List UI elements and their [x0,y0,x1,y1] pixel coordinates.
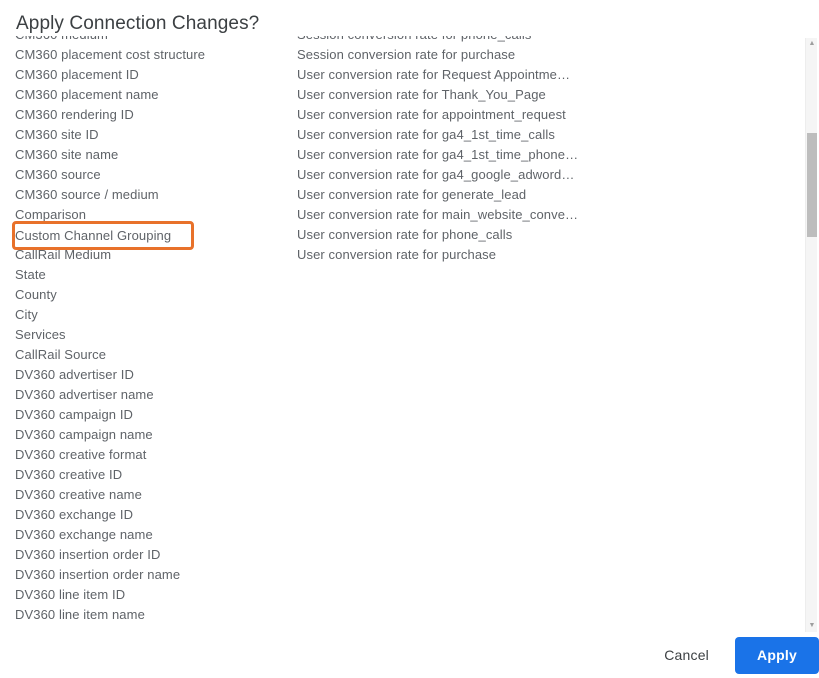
field-list-item[interactable]: User conversion rate for ga4_1st_time_ph… [297,145,582,165]
field-list-item[interactable]: DV360 campaign name [15,425,285,445]
field-list-item[interactable]: User conversion rate for purchase [297,245,582,265]
field-list-item[interactable]: DV360 creative name [15,485,285,505]
field-list-item[interactable]: DV360 advertiser name [15,385,285,405]
field-list-item[interactable]: DV360 advertiser ID [15,365,285,385]
field-list-scroll-area[interactable]: CM360 mediumCM360 placement cost structu… [0,36,819,632]
field-list-item[interactable]: DV360 campaign ID [15,405,285,425]
field-list-item[interactable]: User conversion rate for Request Appoint… [297,65,582,85]
field-list-right-column: Session conversion rate for phone_callsS… [297,36,582,265]
field-list-left-column: CM360 mediumCM360 placement cost structu… [12,36,285,625]
field-list-item[interactable]: DV360 line item name [15,605,285,625]
field-list-item[interactable]: User conversion rate for Thank_You_Page [297,85,582,105]
field-list-item[interactable]: Comparison [15,205,285,225]
field-list-item[interactable]: CM360 placement name [15,85,285,105]
field-list-item[interactable]: Session conversion rate for purchase [297,45,582,65]
field-list-item[interactable]: DV360 creative ID [15,465,285,485]
field-list-item[interactable]: User conversion rate for generate_lead [297,185,582,205]
apply-button[interactable]: Apply [735,636,819,674]
dialog-action-bar: Cancel Apply [648,635,819,675]
field-list-item[interactable]: DV360 exchange name [15,525,285,545]
field-list-item-selected[interactable]: Custom Channel Grouping [12,221,194,250]
vertical-scrollbar[interactable]: ▲ ▼ [805,38,817,632]
field-list-item[interactable]: CallRail Source [15,345,285,365]
field-list-item[interactable]: State [15,265,285,285]
field-list-item[interactable]: CM360 rendering ID [15,105,285,125]
apply-connection-changes-dialog: Apply Connection Changes? CM360 mediumCM… [0,0,819,678]
field-list-item[interactable]: CM360 medium [15,36,285,45]
field-list-item[interactable]: DV360 insertion order ID [15,545,285,565]
scroll-down-arrow-icon[interactable]: ▼ [806,620,818,632]
field-list-item[interactable]: City [15,305,285,325]
field-list-item[interactable]: CM360 source [15,165,285,185]
field-list-item[interactable]: CM360 site name [15,145,285,165]
field-list-item[interactable]: User conversion rate for main_website_co… [297,205,582,225]
field-list-item[interactable]: User conversion rate for ga4_google_adwo… [297,165,582,185]
field-list-item[interactable]: CM360 site ID [15,125,285,145]
dialog-title: Apply Connection Changes? [16,13,260,34]
field-list-item[interactable]: CallRail Medium [15,245,285,265]
field-list-item[interactable]: DV360 exchange ID [15,505,285,525]
field-list-item[interactable]: User conversion rate for appointment_req… [297,105,582,125]
field-list-item[interactable]: CM360 placement ID [15,65,285,85]
scroll-up-arrow-icon[interactable]: ▲ [806,38,818,50]
field-list-item[interactable]: DV360 creative format [15,445,285,465]
field-list-item[interactable]: County [15,285,285,305]
field-list-item[interactable]: CM360 source / medium [15,185,285,205]
field-list-item[interactable]: DV360 insertion order name [15,565,285,585]
field-list-item[interactable]: DV360 line item ID [15,585,285,605]
field-list-item[interactable]: User conversion rate for phone_calls [297,225,582,245]
field-list-item[interactable]: CM360 placement cost structure [15,45,285,65]
field-list-item[interactable]: Services [15,325,285,345]
scrollbar-thumb[interactable] [807,133,817,237]
field-list-item[interactable]: Session conversion rate for phone_calls [297,36,582,45]
field-list-item[interactable]: User conversion rate for ga4_1st_time_ca… [297,125,582,145]
cancel-button[interactable]: Cancel [648,638,725,672]
